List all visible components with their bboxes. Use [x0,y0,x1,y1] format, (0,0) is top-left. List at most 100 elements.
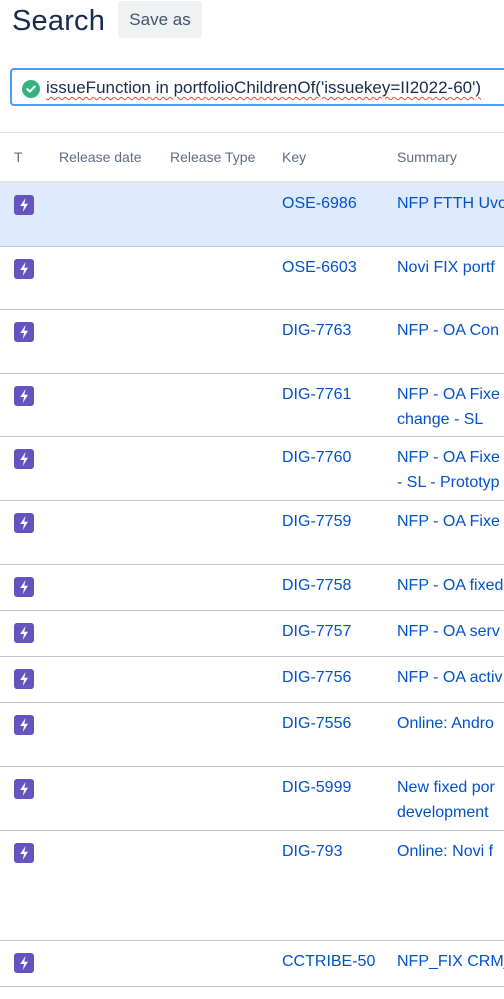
issue-key-link[interactable]: DIG-5999 [282,767,397,800]
issue-type-cell [0,309,59,374]
release-type-cell [170,830,282,941]
issue-key-cell: OSE-6603 [282,246,397,310]
release-date-cell [59,766,170,831]
issue-type-cell [0,610,59,657]
issue-key-link[interactable]: DIG-7556 [282,703,397,736]
issue-key-cell: DIG-7759 [282,500,397,565]
issue-summary-link[interactable]: NFP - OA serv [397,611,504,644]
column-header-release-date[interactable]: Release date [59,132,170,183]
table-header-row: T Release date Release Type Key Summary [0,132,504,183]
issue-summary-link[interactable]: NFP - OA Fixe - SL - Prototyp [397,437,504,495]
issue-type-cell [0,500,59,565]
table-row[interactable]: DIG-7556 Online: Andro [0,702,504,767]
issue-key-link[interactable]: CCTRIBE-50 [282,941,397,974]
story-bolt-icon [14,321,34,342]
column-header-release-type[interactable]: Release Type [170,132,282,183]
table-row[interactable]: DIG-7760 NFP - OA Fixe - SL - Prototyp [0,436,504,501]
story-bolt-icon [14,842,34,863]
issue-summary-link[interactable]: NFP - OA Fixe change - SL [397,374,504,432]
release-type-cell [170,940,282,987]
issue-summary-link[interactable]: NFP - OA activ [397,657,504,690]
page-header: Search Save as [0,0,504,60]
table-row[interactable]: DIG-5999 New fixed por development [0,766,504,831]
issue-type-cell [0,940,59,987]
issue-summary-link[interactable]: Online: Novi f [397,831,504,864]
story-bolt-icon [14,258,34,279]
issue-key-cell: DIG-7763 [282,309,397,374]
issue-summary-link[interactable]: NFP FTTH Uvo [397,183,504,216]
column-header-summary[interactable]: Summary [397,132,504,183]
issue-type-cell [0,246,59,310]
jql-query-input[interactable]: issueFunction in portfolioChildrenOf('is… [10,68,504,106]
summary-cell: New fixed por development [397,766,504,831]
summary-cell: NFP FTTH Uvo [397,182,504,247]
table-row[interactable]: DIG-7757 NFP - OA serv [0,610,504,657]
issue-key-link[interactable]: DIG-7759 [282,501,397,534]
issue-type-cell [0,702,59,767]
issue-key-cell: DIG-7756 [282,656,397,703]
release-type-cell [170,309,282,374]
release-date-cell [59,246,170,310]
issue-type-cell [0,564,59,611]
story-bolt-icon [14,778,34,799]
summary-cell: Online: Novi f [397,830,504,941]
issue-key-link[interactable]: DIG-7760 [282,437,397,470]
issue-table-container[interactable]: T Release date Release Type Key Summary … [0,132,504,999]
story-bolt-icon [14,952,34,973]
issue-summary-link[interactable]: New fixed por development [397,767,504,825]
jql-query-text[interactable]: issueFunction in portfolioChildrenOf('is… [46,76,481,100]
issue-summary-link[interactable]: NFP - OA fixed [397,565,504,598]
release-type-cell [170,702,282,767]
story-bolt-icon [14,714,34,735]
release-date-cell [59,500,170,565]
issue-summary-link[interactable]: NFP - OA Fixe [397,501,504,534]
release-date-cell [59,373,170,437]
release-type-cell [170,656,282,703]
table-row[interactable]: DIG-793 Online: Novi f [0,830,504,941]
issue-key-cell: DIG-7758 [282,564,397,611]
issue-summary-link[interactable]: NFP_FIX CRM_ [397,987,504,999]
issue-type-cell [0,766,59,831]
summary-cell: NFP - OA Con [397,309,504,374]
summary-cell: NFP - OA activ [397,656,504,703]
story-bolt-icon [14,622,34,643]
table-row[interactable]: DIG-7761 NFP - OA Fixe change - SL [0,373,504,437]
issue-key-link[interactable]: OSE-6986 [282,183,397,216]
issue-key-link[interactable]: OSE-6603 [282,247,397,280]
issue-key-link[interactable]: DIG-7757 [282,611,397,644]
issue-key-link[interactable]: DIG-7761 [282,374,397,407]
issue-type-cell [0,830,59,941]
issue-key-link[interactable]: DIG-7758 [282,565,397,598]
column-header-type[interactable]: T [0,132,59,183]
issue-key-cell: DIG-7757 [282,610,397,657]
table-row[interactable]: OSE-6986 NFP FTTH Uvo [0,182,504,247]
issue-type-cell [0,436,59,501]
table-row[interactable]: DIG-7758 NFP - OA fixed [0,564,504,611]
issue-table: T Release date Release Type Key Summary … [0,132,504,999]
issue-summary-link[interactable]: Novi FIX portf [397,247,504,280]
issue-summary-link[interactable]: Online: Andro [397,703,504,736]
table-row[interactable]: OSE-6603 Novi FIX portf [0,246,504,310]
release-date-cell [59,309,170,374]
issue-key-link[interactable]: DIG-793 [282,831,397,864]
column-header-key[interactable]: Key [282,132,397,183]
release-type-cell [170,500,282,565]
issue-summary-link[interactable]: NFP - OA Con [397,310,504,343]
table-row[interactable]: CCTRIBE-50 NFP_FIX CRM_ [0,940,504,987]
table-row[interactable]: DIG-7763 NFP - OA Con [0,309,504,374]
issue-summary-link[interactable]: NFP_FIX CRM_ [397,941,504,974]
issue-key-link[interactable]: DIG-7756 [282,657,397,690]
table-row[interactable]: DIG-7759 NFP - OA Fixe [0,500,504,565]
summary-cell: NFP - OA Fixe - SL - Prototyp [397,436,504,501]
save-as-button[interactable]: Save as [118,1,202,38]
release-date-cell [59,564,170,611]
issue-type-cell [0,182,59,247]
release-date-cell [59,830,170,941]
release-date-cell [59,610,170,657]
table-row[interactable]: DIG-7756 NFP - OA activ [0,656,504,703]
summary-cell: NFP_FIX CRM_ [397,986,504,999]
table-row[interactable]: CCTRIBE-49NFP_FIX CRM_ [0,986,504,999]
issue-key-link[interactable]: DIG-7763 [282,310,397,343]
issue-key-link[interactable]: CCTRIBE-49 [282,987,397,999]
release-date-cell [59,436,170,501]
